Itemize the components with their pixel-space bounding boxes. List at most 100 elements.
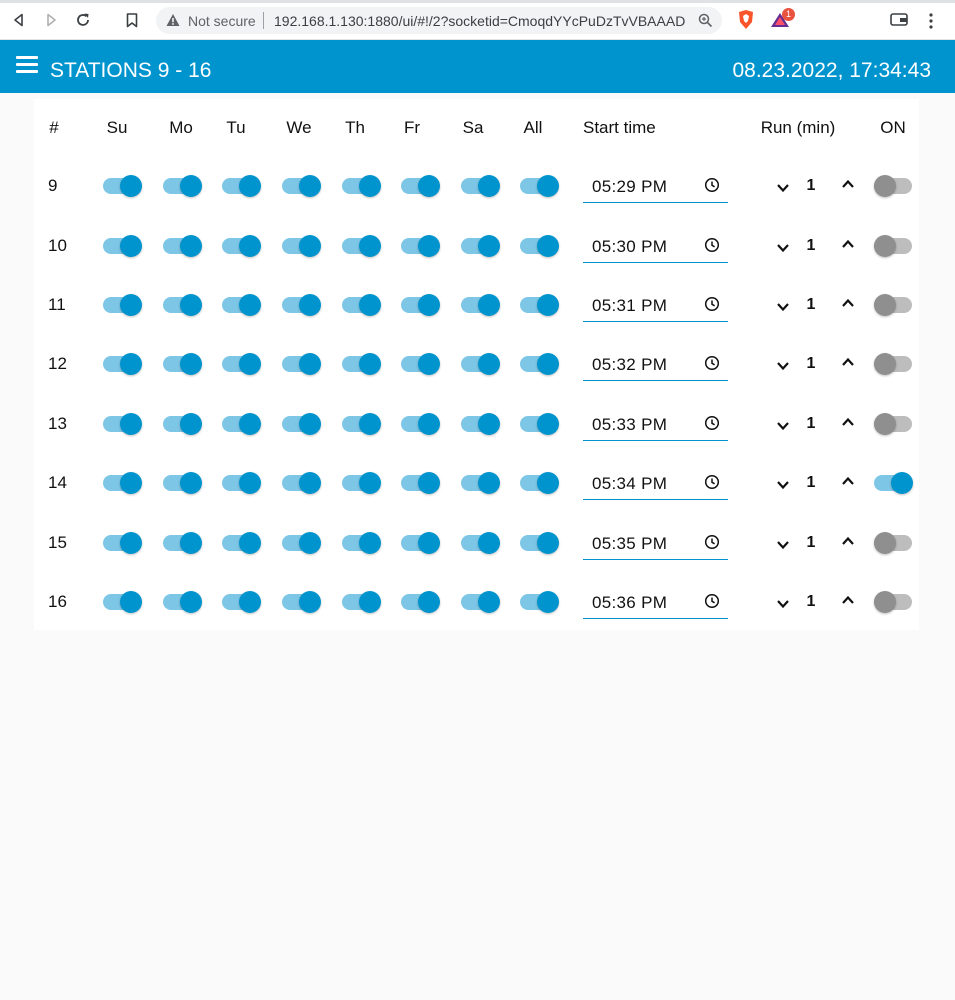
toggle-su[interactable] (103, 470, 143, 496)
toggle-mo[interactable] (163, 351, 203, 377)
toggle-sa[interactable] (461, 589, 501, 615)
toggle-fr[interactable] (401, 351, 441, 377)
toggle-sa[interactable] (461, 173, 501, 199)
run-decrease-button[interactable] (775, 299, 791, 315)
toggle-tu[interactable] (222, 411, 262, 437)
station-on-toggle[interactable] (874, 589, 914, 615)
toggle-fr[interactable] (401, 589, 441, 615)
toggle-th[interactable] (342, 470, 382, 496)
toggle-sa[interactable] (461, 470, 501, 496)
start-time-input[interactable]: 05:29 PM (583, 170, 728, 203)
wallet-icon[interactable] (890, 12, 908, 27)
toggle-th[interactable] (342, 589, 382, 615)
toggle-fr[interactable] (401, 530, 441, 556)
toggle-all[interactable] (520, 411, 560, 437)
start-time-value[interactable]: 05:33 PM (592, 415, 667, 435)
address-bar[interactable]: Not secure 192.168.1.130:1880/ui/#!/2?so… (156, 7, 722, 34)
toggle-we[interactable] (282, 470, 322, 496)
toggle-tu[interactable] (222, 470, 262, 496)
toggle-we[interactable] (282, 173, 322, 199)
station-on-toggle[interactable] (874, 173, 914, 199)
run-increase-button[interactable] (840, 236, 856, 252)
run-decrease-button[interactable] (775, 180, 791, 196)
toggle-fr[interactable] (401, 411, 441, 437)
back-button[interactable] (9, 10, 29, 30)
station-on-toggle[interactable] (874, 411, 914, 437)
toggle-mo[interactable] (163, 173, 203, 199)
start-time-value[interactable]: 05:29 PM (592, 177, 667, 197)
toggle-tu[interactable] (222, 233, 262, 259)
toggle-th[interactable] (342, 351, 382, 377)
toggle-tu[interactable] (222, 292, 262, 318)
clock-icon[interactable] (704, 534, 720, 550)
toggle-th[interactable] (342, 530, 382, 556)
toggle-we[interactable] (282, 233, 322, 259)
toggle-all[interactable] (520, 589, 560, 615)
start-time-value[interactable]: 05:34 PM (592, 474, 667, 494)
run-decrease-button[interactable] (775, 477, 791, 493)
toggle-mo[interactable] (163, 233, 203, 259)
start-time-input[interactable]: 05:35 PM (583, 527, 728, 560)
station-on-toggle[interactable] (874, 233, 914, 259)
brave-rewards[interactable]: 1 (770, 8, 795, 34)
start-time-input[interactable]: 05:34 PM (583, 467, 728, 500)
toggle-th[interactable] (342, 173, 382, 199)
toggle-su[interactable] (103, 173, 143, 199)
toggle-su[interactable] (103, 292, 143, 318)
toggle-su[interactable] (103, 411, 143, 437)
reload-button[interactable] (73, 10, 93, 30)
clock-icon[interactable] (704, 593, 720, 609)
run-increase-button[interactable] (840, 414, 856, 430)
station-on-toggle[interactable] (874, 351, 914, 377)
toggle-we[interactable] (282, 530, 322, 556)
toggle-mo[interactable] (163, 292, 203, 318)
brave-shield-icon[interactable] (737, 9, 755, 30)
toggle-we[interactable] (282, 292, 322, 318)
clock-icon[interactable] (704, 296, 720, 312)
station-on-toggle[interactable] (874, 292, 914, 318)
toggle-sa[interactable] (461, 530, 501, 556)
toggle-fr[interactable] (401, 470, 441, 496)
toggle-tu[interactable] (222, 173, 262, 199)
toggle-we[interactable] (282, 589, 322, 615)
toggle-sa[interactable] (461, 351, 501, 377)
run-decrease-button[interactable] (775, 596, 791, 612)
run-decrease-button[interactable] (775, 240, 791, 256)
zoom-icon[interactable] (698, 13, 713, 28)
toggle-we[interactable] (282, 351, 322, 377)
toggle-mo[interactable] (163, 589, 203, 615)
toggle-all[interactable] (520, 233, 560, 259)
clock-icon[interactable] (704, 474, 720, 490)
run-decrease-button[interactable] (775, 537, 791, 553)
run-increase-button[interactable] (840, 473, 856, 489)
start-time-value[interactable]: 05:31 PM (592, 296, 667, 316)
toggle-we[interactable] (282, 411, 322, 437)
run-increase-button[interactable] (840, 533, 856, 549)
station-on-toggle[interactable] (874, 530, 914, 556)
start-time-input[interactable]: 05:31 PM (583, 289, 728, 322)
clock-icon[interactable] (704, 355, 720, 371)
toggle-su[interactable] (103, 351, 143, 377)
toggle-sa[interactable] (461, 292, 501, 318)
clock-icon[interactable] (704, 415, 720, 431)
toggle-mo[interactable] (163, 411, 203, 437)
clock-icon[interactable] (704, 177, 720, 193)
toggle-th[interactable] (342, 233, 382, 259)
run-increase-button[interactable] (840, 354, 856, 370)
toggle-mo[interactable] (163, 530, 203, 556)
start-time-input[interactable]: 05:32 PM (583, 348, 728, 381)
toggle-sa[interactable] (461, 233, 501, 259)
start-time-value[interactable]: 05:32 PM (592, 355, 667, 375)
run-increase-button[interactable] (840, 295, 856, 311)
toggle-fr[interactable] (401, 233, 441, 259)
toggle-su[interactable] (103, 589, 143, 615)
toggle-th[interactable] (342, 411, 382, 437)
start-time-value[interactable]: 05:35 PM (592, 534, 667, 554)
toggle-th[interactable] (342, 292, 382, 318)
toggle-all[interactable] (520, 292, 560, 318)
bookmark-button[interactable] (122, 10, 142, 30)
toggle-su[interactable] (103, 233, 143, 259)
url-text[interactable]: 192.168.1.130:1880/ui/#!/2?socketid=Cmoq… (274, 13, 685, 29)
toggle-all[interactable] (520, 173, 560, 199)
toggle-tu[interactable] (222, 351, 262, 377)
